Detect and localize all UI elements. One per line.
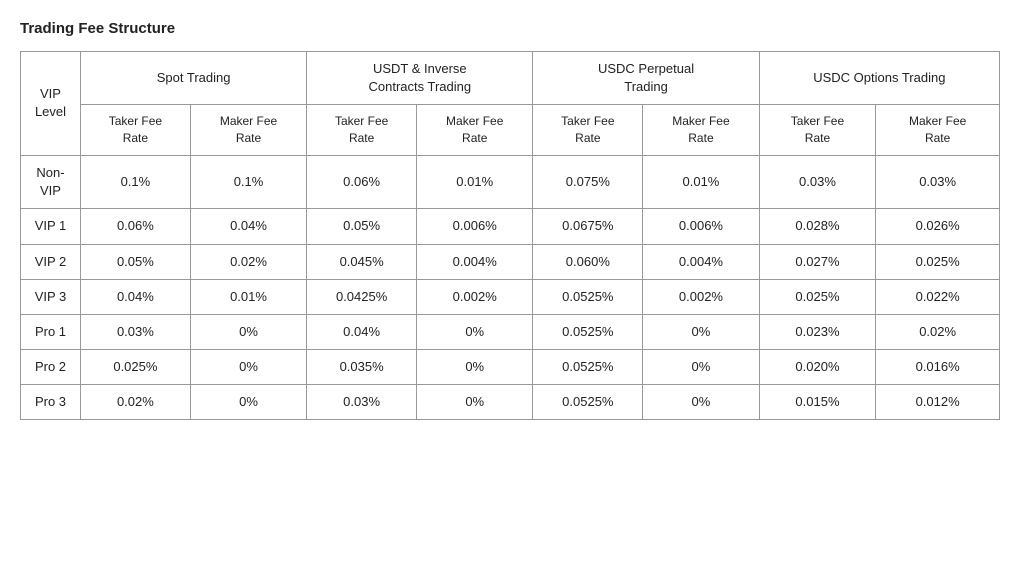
spot-maker-cell: 0.01% (190, 279, 306, 314)
usdc-o-maker-cell: 0.03% (876, 155, 1000, 208)
vip-level-cell: VIP 3 (21, 279, 81, 314)
usdc-o-taker-cell: 0.025% (759, 279, 876, 314)
usdc-p-taker-cell: 0.075% (533, 155, 643, 208)
usdt-maker-cell: 0.01% (417, 155, 533, 208)
usdt-taker-cell: 0.045% (307, 244, 417, 279)
spot-maker-cell: 0% (190, 385, 306, 420)
usdc-p-maker-header: Maker FeeRate (643, 105, 759, 156)
usdc-p-maker-cell: 0.01% (643, 155, 759, 208)
usdt-trading-header: USDT & InverseContracts Trading (307, 52, 533, 105)
vip-level-cell: Pro 1 (21, 314, 81, 349)
usdc-p-taker-header: Taker FeeRate (533, 105, 643, 156)
usdc-p-maker-cell: 0.002% (643, 279, 759, 314)
usdc-p-taker-cell: 0.0525% (533, 314, 643, 349)
table-row: Pro 20.025%0%0.035%0%0.0525%0%0.020%0.01… (21, 350, 1000, 385)
usdc-o-maker-cell: 0.026% (876, 209, 1000, 244)
spot-taker-cell: 0.02% (81, 385, 191, 420)
spot-maker-cell: 0.1% (190, 155, 306, 208)
spot-trading-header: Spot Trading (81, 52, 307, 105)
usdc-p-taker-cell: 0.0525% (533, 279, 643, 314)
usdt-maker-cell: 0.002% (417, 279, 533, 314)
spot-maker-header: Maker FeeRate (190, 105, 306, 156)
usdt-taker-cell: 0.06% (307, 155, 417, 208)
usdc-p-taker-cell: 0.0525% (533, 385, 643, 420)
table-row: VIP 10.06%0.04%0.05%0.006%0.0675%0.006%0… (21, 209, 1000, 244)
usdc-o-taker-cell: 0.023% (759, 314, 876, 349)
spot-taker-header: Taker FeeRate (81, 105, 191, 156)
spot-taker-cell: 0.04% (81, 279, 191, 314)
table-row: Pro 10.03%0%0.04%0%0.0525%0%0.023%0.02% (21, 314, 1000, 349)
spot-maker-cell: 0% (190, 350, 306, 385)
spot-taker-cell: 0.025% (81, 350, 191, 385)
usdc-o-taker-cell: 0.028% (759, 209, 876, 244)
usdt-taker-cell: 0.05% (307, 209, 417, 244)
spot-taker-cell: 0.05% (81, 244, 191, 279)
usdt-maker-header: Maker FeeRate (417, 105, 533, 156)
vip-level-cell: Pro 3 (21, 385, 81, 420)
usdc-o-taker-cell: 0.015% (759, 385, 876, 420)
usdt-taker-cell: 0.03% (307, 385, 417, 420)
usdc-o-maker-cell: 0.025% (876, 244, 1000, 279)
spot-maker-cell: 0.02% (190, 244, 306, 279)
vip-level-cell: Non-VIP (21, 155, 81, 208)
usdt-taker-cell: 0.035% (307, 350, 417, 385)
usdc-p-taker-cell: 0.060% (533, 244, 643, 279)
usdc-o-taker-cell: 0.03% (759, 155, 876, 208)
vip-level-cell: Pro 2 (21, 350, 81, 385)
usdc-p-maker-cell: 0.006% (643, 209, 759, 244)
usdt-taker-header: Taker FeeRate (307, 105, 417, 156)
usdt-taker-cell: 0.04% (307, 314, 417, 349)
usdt-maker-cell: 0.006% (417, 209, 533, 244)
usdc-o-maker-cell: 0.012% (876, 385, 1000, 420)
table-row: Pro 30.02%0%0.03%0%0.0525%0%0.015%0.012% (21, 385, 1000, 420)
usdc-p-maker-cell: 0% (643, 385, 759, 420)
usdc-o-maker-cell: 0.016% (876, 350, 1000, 385)
usdc-p-taker-cell: 0.0525% (533, 350, 643, 385)
table-row: VIP 20.05%0.02%0.045%0.004%0.060%0.004%0… (21, 244, 1000, 279)
usdc-o-taker-cell: 0.020% (759, 350, 876, 385)
usdt-taker-cell: 0.0425% (307, 279, 417, 314)
fee-table: VIPLevel Spot Trading USDT & InverseCont… (20, 51, 1000, 420)
usdc-o-maker-cell: 0.022% (876, 279, 1000, 314)
vip-level-header: VIPLevel (21, 52, 81, 156)
usdt-maker-cell: 0% (417, 314, 533, 349)
spot-maker-cell: 0% (190, 314, 306, 349)
spot-maker-cell: 0.04% (190, 209, 306, 244)
usdc-p-taker-cell: 0.0675% (533, 209, 643, 244)
spot-taker-cell: 0.03% (81, 314, 191, 349)
usdc-o-maker-cell: 0.02% (876, 314, 1000, 349)
spot-taker-cell: 0.06% (81, 209, 191, 244)
usdc-o-maker-header: Maker FeeRate (876, 105, 1000, 156)
spot-taker-cell: 0.1% (81, 155, 191, 208)
usdt-maker-cell: 0.004% (417, 244, 533, 279)
table-row: VIP 30.04%0.01%0.0425%0.002%0.0525%0.002… (21, 279, 1000, 314)
usdc-p-maker-cell: 0% (643, 314, 759, 349)
table-row: Non-VIP0.1%0.1%0.06%0.01%0.075%0.01%0.03… (21, 155, 1000, 208)
vip-level-cell: VIP 2 (21, 244, 81, 279)
page-title: Trading Fee Structure (20, 20, 1004, 37)
usdc-p-maker-cell: 0.004% (643, 244, 759, 279)
usdc-p-maker-cell: 0% (643, 350, 759, 385)
usdt-maker-cell: 0% (417, 350, 533, 385)
usdt-maker-cell: 0% (417, 385, 533, 420)
usdc-o-taker-header: Taker FeeRate (759, 105, 876, 156)
usdc-o-taker-cell: 0.027% (759, 244, 876, 279)
vip-level-cell: VIP 1 (21, 209, 81, 244)
usdc-options-header: USDC Options Trading (759, 52, 999, 105)
usdc-perp-header: USDC PerpetualTrading (533, 52, 759, 105)
